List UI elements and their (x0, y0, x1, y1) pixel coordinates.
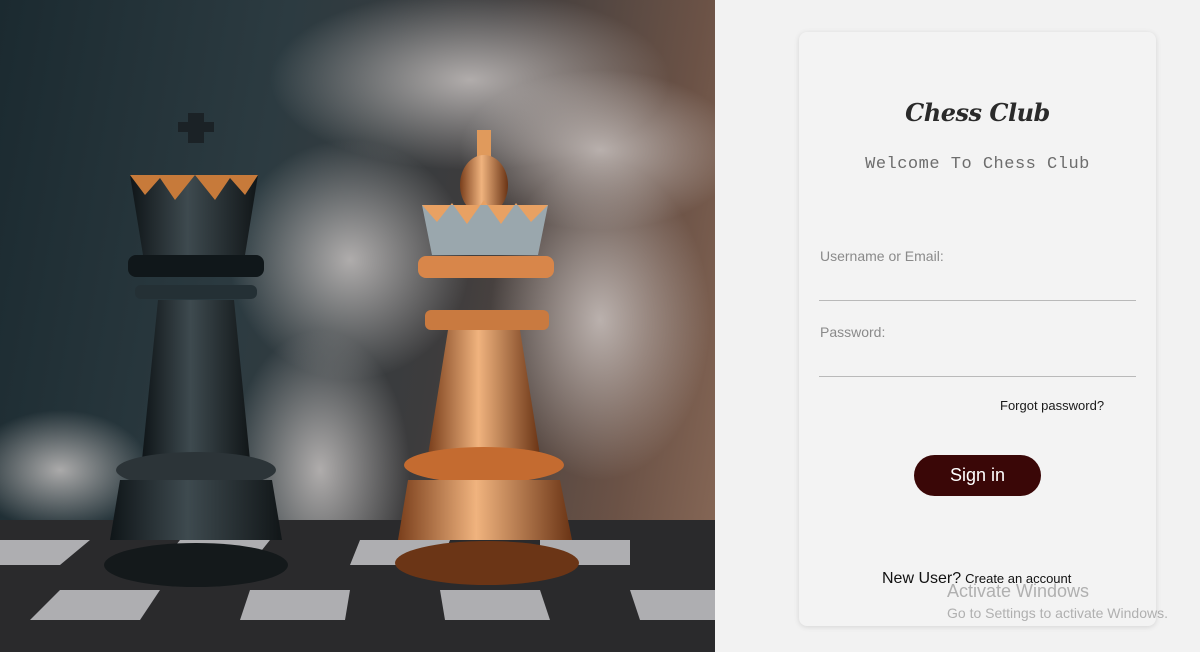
password-field[interactable] (819, 352, 1136, 377)
username-label: Username or Email: (820, 248, 944, 264)
activate-windows-title: Activate Windows (947, 581, 1090, 601)
username-field[interactable] (819, 276, 1136, 301)
activate-windows-subtitle: Go to Settings to activate Windows. (947, 605, 1168, 621)
welcome-subtitle: Welcome To Chess Club (865, 155, 1090, 174)
password-label: Password: (820, 324, 886, 340)
sign-in-button[interactable]: Sign in (914, 455, 1041, 496)
hero-image (0, 0, 715, 652)
brand-title: Chess Club (905, 98, 1050, 127)
forgot-password-link[interactable]: Forgot password? (1000, 398, 1104, 413)
